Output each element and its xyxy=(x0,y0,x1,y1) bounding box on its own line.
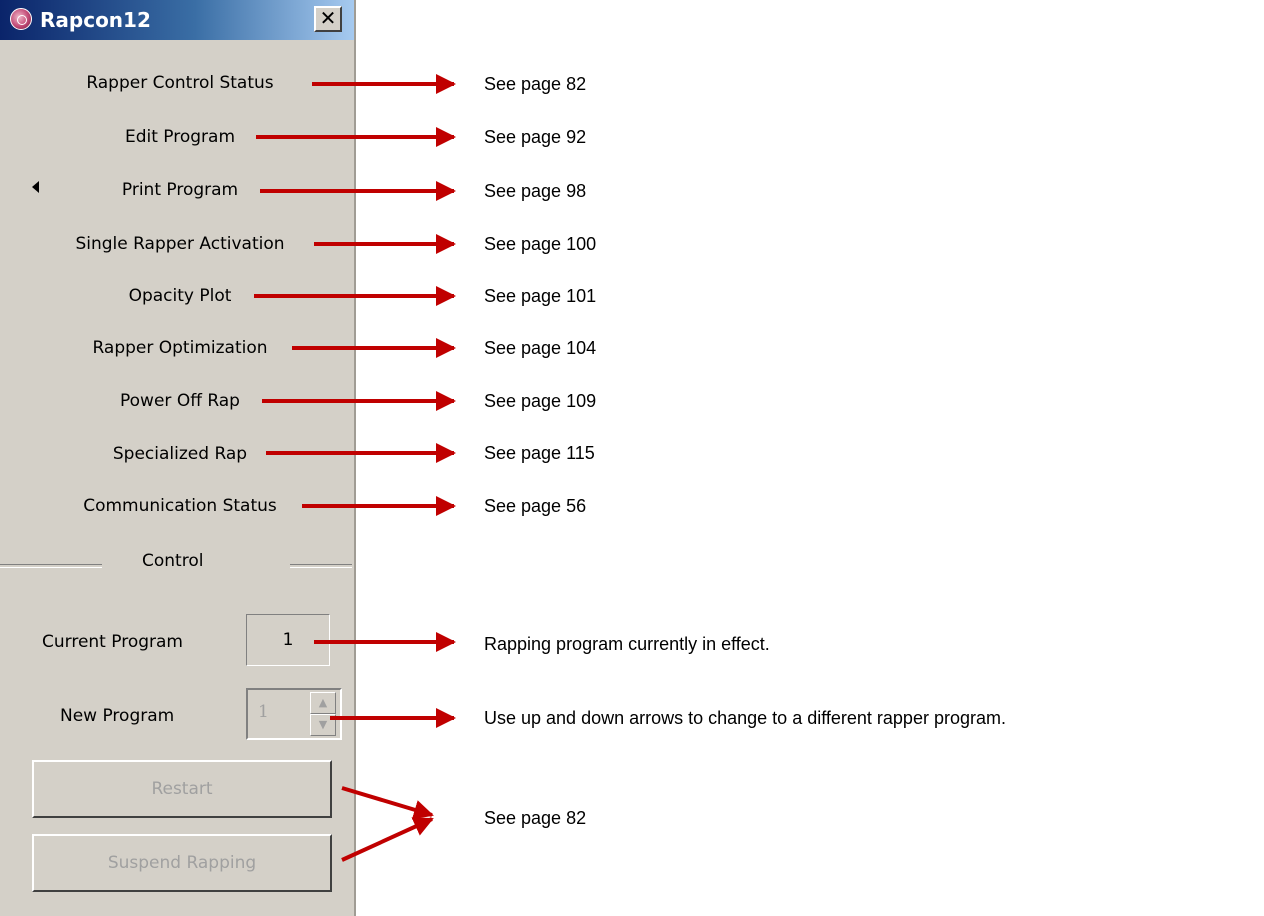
ref-rapper-control-status: See page 82 xyxy=(484,74,587,94)
ref-single-rapper-activation: See page 100 xyxy=(484,234,597,254)
ref-power-off-rap: See page 109 xyxy=(484,391,597,411)
ref-specialized-rap: See page 115 xyxy=(484,443,595,463)
ref-edit-program: See page 92 xyxy=(484,127,587,147)
note-buttons: See page 82 xyxy=(484,808,587,828)
note-new-program: Use up and down arrows to change to a di… xyxy=(484,708,1006,728)
callout-arrows xyxy=(254,74,456,862)
ref-opacity-plot: See page 101 xyxy=(484,286,597,306)
ref-communication-status: See page 56 xyxy=(484,496,587,516)
ref-rapper-optimization: See page 104 xyxy=(484,338,597,358)
note-current-program: Rapping program currently in effect. xyxy=(484,634,770,654)
ref-print-program: See page 98 xyxy=(484,181,587,201)
arrow-suspend xyxy=(341,817,434,862)
arrow-restart xyxy=(341,786,434,820)
